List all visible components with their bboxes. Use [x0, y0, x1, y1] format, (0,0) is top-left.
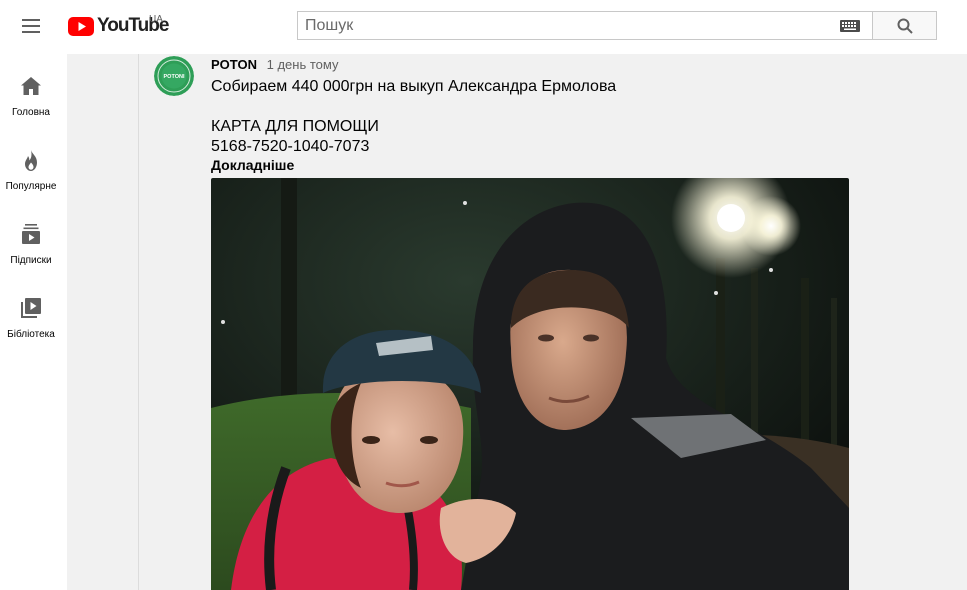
post-meta: POTON 1 день тому	[211, 57, 338, 72]
post-text-line: КАРТА ДЛЯ ПОМОЩИ	[211, 118, 379, 135]
sidebar-item-home[interactable]: Головна	[0, 74, 62, 138]
fire-icon	[25, 149, 37, 171]
read-more-button[interactable]: Докладніше	[211, 157, 294, 173]
post-text-line: Собираем 440 000грн на выкуп Александра …	[211, 78, 617, 95]
thread-line	[138, 54, 139, 590]
photo-image	[211, 178, 849, 590]
library-icon	[21, 298, 41, 318]
home-icon	[21, 77, 41, 95]
sidebar-item-label: Головна	[12, 107, 50, 118]
hamburger-icon	[22, 19, 40, 33]
search-input[interactable]	[298, 12, 840, 39]
menu-button[interactable]	[14, 11, 48, 41]
side-nav: Головна Популярне Підписки Бібліотека	[0, 54, 67, 590]
search-box	[297, 11, 872, 40]
channel-avatar[interactable]: POTONI	[154, 56, 194, 96]
post-author[interactable]: POTON	[211, 57, 257, 72]
sidebar-item-trending[interactable]: Популярне	[0, 148, 62, 212]
youtube-play-icon	[68, 16, 94, 36]
avatar-text: POTONI	[164, 74, 185, 80]
sidebar-item-label: Бібліотека	[7, 329, 55, 340]
channel-logo-icon: POTONI	[154, 56, 194, 96]
country-code: UA	[149, 14, 163, 25]
sidebar-item-label: Популярне	[5, 181, 57, 192]
search-icon	[897, 18, 913, 34]
keyboard-icon[interactable]	[840, 19, 860, 32]
post-time[interactable]: 1 день тому	[267, 57, 339, 72]
search-button[interactable]	[872, 11, 937, 40]
sidebar-item-library[interactable]: Бібліотека	[0, 296, 62, 360]
top-bar: YouTube UA	[0, 0, 967, 54]
sidebar-item-label: Підписки	[10, 255, 52, 266]
post-photo[interactable]	[211, 178, 849, 590]
post-text-line: 5168-7520-1040-7073	[211, 138, 370, 155]
sidebar-item-subscriptions[interactable]: Підписки	[0, 222, 62, 286]
subscriptions-icon	[22, 224, 40, 244]
